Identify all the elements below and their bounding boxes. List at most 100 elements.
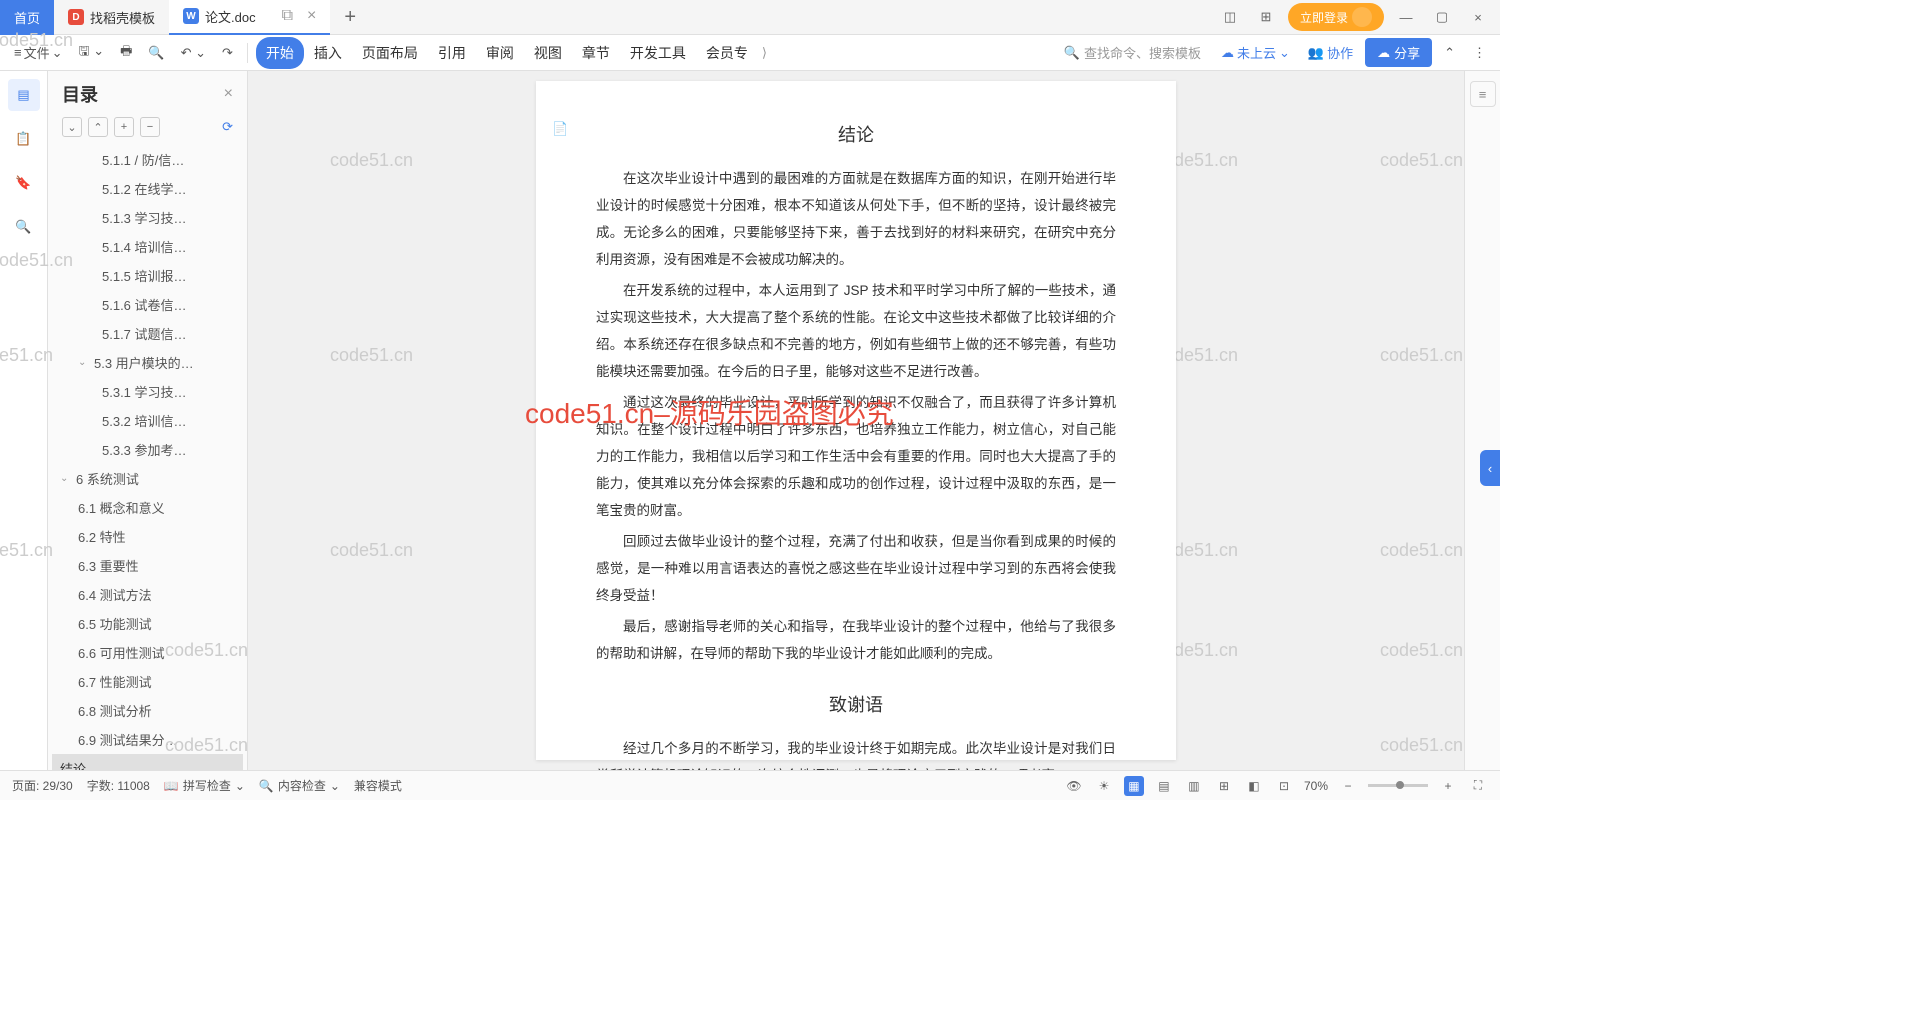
preview-icon[interactable]: 🔍 <box>142 41 170 65</box>
page: 📄 结论 在这次毕业设计中遇到的最困难的方面就是在数据库方面的知识，在刚开始进行… <box>536 81 1176 760</box>
compat-mode[interactable]: 兼容模式 <box>354 777 402 794</box>
focus-mode-icon[interactable]: ☀ <box>1094 776 1114 796</box>
reading-mode-icon[interactable]: 👁 <box>1064 776 1084 796</box>
expand-icon[interactable]: ⌃ <box>1438 41 1461 65</box>
zoom-slider[interactable] <box>1368 784 1428 787</box>
outline-item[interactable]: 5.1.1 / 防/信… <box>52 145 243 174</box>
cloud-button[interactable]: ☁ 未上云 ⌄ <box>1215 39 1296 66</box>
more-icon[interactable]: ⋮ <box>1467 41 1492 65</box>
outline-item[interactable]: 6.5 功能测试 <box>52 609 243 638</box>
outline-item[interactable]: 5.1.4 培训信… <box>52 232 243 261</box>
maximize-icon[interactable]: ▢ <box>1428 3 1456 31</box>
zoom-out-icon[interactable]: − <box>1338 776 1358 796</box>
outline-item[interactable]: 6.3 重要性 <box>52 551 243 580</box>
collab-button[interactable]: 👥 协作 <box>1302 39 1359 66</box>
ribbon-tab-0[interactable]: 开始 <box>256 37 304 69</box>
ruler-icon[interactable]: ◧ <box>1244 776 1264 796</box>
outline-icon[interactable]: ▤ <box>8 79 40 111</box>
right-panel-toggle[interactable]: ≡ <box>1470 81 1496 107</box>
add-button[interactable]: + <box>114 117 134 137</box>
ribbon-tab-7[interactable]: 开发工具 <box>620 37 696 69</box>
float-tab-button[interactable]: ‹ <box>1480 450 1500 486</box>
outline-item[interactable]: 6.2 特性 <box>52 522 243 551</box>
outline-item[interactable]: 6.4 测试方法 <box>52 580 243 609</box>
outline-item[interactable]: 6.8 测试分析 <box>52 696 243 725</box>
login-label: 立即登录 <box>1300 9 1348 26</box>
print-icon[interactable]: 🖶 <box>114 38 138 68</box>
outline-item[interactable]: 5.3.2 培训信… <box>52 406 243 435</box>
outline-item[interactable]: 6.1 概念和意义 <box>52 493 243 522</box>
zoom-fit-icon[interactable]: ⊡ <box>1274 776 1294 796</box>
tab-document[interactable]: W 论文.doc ⧉ × <box>169 0 330 35</box>
chevron-down-icon: ⌄ <box>60 473 72 484</box>
outline-item-label: 6 系统测试 <box>76 469 139 488</box>
zoom-level[interactable]: 70% <box>1304 779 1328 793</box>
document-area[interactable]: 📄 结论 在这次毕业设计中遇到的最困难的方面就是在数据库方面的知识，在刚开始进行… <box>248 71 1464 770</box>
chevron-down-icon: ⌄ <box>78 357 90 368</box>
save-icon[interactable]: 🖫 ⌄ <box>73 38 111 68</box>
outline-item[interactable]: 5.1.6 试卷信… <box>52 290 243 319</box>
tab-home[interactable]: 首页 <box>0 0 54 35</box>
apps-icon[interactable]: ⊞ <box>1252 3 1280 31</box>
outline-item[interactable]: 5.3.3 参加考… <box>52 435 243 464</box>
minimize-icon[interactable]: — <box>1392 3 1420 31</box>
word-count[interactable]: 字数: 11008 <box>87 777 150 794</box>
right-panel: ≡ <box>1464 71 1500 770</box>
outline-close-icon[interactable]: × <box>224 85 233 103</box>
collapse-all-button[interactable]: ⌄ <box>62 117 82 137</box>
bookmark-icon[interactable]: 🔖 <box>8 167 40 199</box>
outline-item[interactable]: 6.9 测试结果分… <box>52 725 243 754</box>
expand-all-button[interactable]: ⌃ <box>88 117 108 137</box>
login-button[interactable]: 立即登录 <box>1288 3 1384 31</box>
ribbon-tab-6[interactable]: 章节 <box>572 37 620 69</box>
clipboard-icon[interactable]: 📋 <box>8 123 40 155</box>
zoom-in-icon[interactable]: + <box>1438 776 1458 796</box>
outline-item[interactable]: ⌄ 6 系统测试 <box>52 464 243 493</box>
search-side-icon[interactable]: 🔍 <box>8 211 40 243</box>
fullscreen-icon[interactable]: ⛶ <box>1468 776 1488 796</box>
ribbon-tab-2[interactable]: 页面布局 <box>352 37 428 69</box>
outline-item[interactable]: 6.6 可用性测试 <box>52 638 243 667</box>
ribbon-tab-1[interactable]: 插入 <box>304 37 352 69</box>
outline-item[interactable]: ⌄ 5.3 用户模块的… <box>52 348 243 377</box>
tab-template[interactable]: D找稻壳模板 <box>54 0 169 35</box>
search-input[interactable]: 🔍 查找命令、搜索模板 <box>1056 39 1209 66</box>
ribbon-tab-4[interactable]: 审阅 <box>476 37 524 69</box>
overflow-indicator[interactable]: ⟩ <box>762 45 767 61</box>
ribbon-tab-3[interactable]: 引用 <box>428 37 476 69</box>
view-page-icon[interactable]: ▦ <box>1124 776 1144 796</box>
ribbon-tab-5[interactable]: 视图 <box>524 37 572 69</box>
popout-icon[interactable]: ⧉ <box>282 7 293 25</box>
outline-tools: ⌄ ⌃ + − ⟳ <box>48 113 247 145</box>
page-indicator[interactable]: 页面: 29/30 <box>12 777 73 794</box>
outline-item-label: 5.1.3 学习技… <box>102 208 187 227</box>
outline-item[interactable]: 5.1.5 培训报… <box>52 261 243 290</box>
paragraph: 经过几个多月的不断学习，我的毕业设计终于如期完成。此次毕业设计是对我们日常所学计… <box>596 735 1116 770</box>
outline-item[interactable]: 5.1.7 试题信… <box>52 319 243 348</box>
content-check-button[interactable]: 🔍 内容检查 ⌄ <box>259 777 340 794</box>
undo-icon[interactable]: ↶ ⌄ <box>175 41 212 65</box>
ribbon-tab-8[interactable]: 会员专 <box>696 37 758 69</box>
spellcheck-button[interactable]: 📖 拼写检查 ⌄ <box>164 777 245 794</box>
menu-button[interactable]: ≡ 文件 ⌄ <box>8 39 69 66</box>
outline-item[interactable]: 5.1.3 学习技… <box>52 203 243 232</box>
outline-item[interactable]: 5.3.1 学习技… <box>52 377 243 406</box>
close-icon[interactable]: × <box>307 7 316 25</box>
outline-item-label: 6.9 测试结果分… <box>78 730 178 749</box>
outline-item[interactable]: 结论 <box>52 754 243 770</box>
page-action-icon[interactable]: 📄 <box>552 121 568 137</box>
outline-item[interactable]: 6.7 性能测试 <box>52 667 243 696</box>
share-button[interactable]: ☁ 分享 <box>1365 38 1432 67</box>
outline-item-label: 5.3 用户模块的… <box>94 353 194 372</box>
redo-icon[interactable]: ↷ <box>216 41 239 65</box>
spellcheck-label: 拼写检查 <box>183 777 231 794</box>
refresh-icon[interactable]: ⟳ <box>222 119 233 135</box>
remove-button[interactable]: − <box>140 117 160 137</box>
view-print-icon[interactable]: ⊞ <box>1214 776 1234 796</box>
outline-item[interactable]: 5.1.2 在线学… <box>52 174 243 203</box>
window-close-icon[interactable]: × <box>1464 3 1492 31</box>
view-web-icon[interactable]: ▥ <box>1184 776 1204 796</box>
window-split-icon[interactable]: ◫ <box>1216 3 1244 31</box>
new-tab-button[interactable]: + <box>330 6 370 29</box>
view-outline-icon[interactable]: ▤ <box>1154 776 1174 796</box>
